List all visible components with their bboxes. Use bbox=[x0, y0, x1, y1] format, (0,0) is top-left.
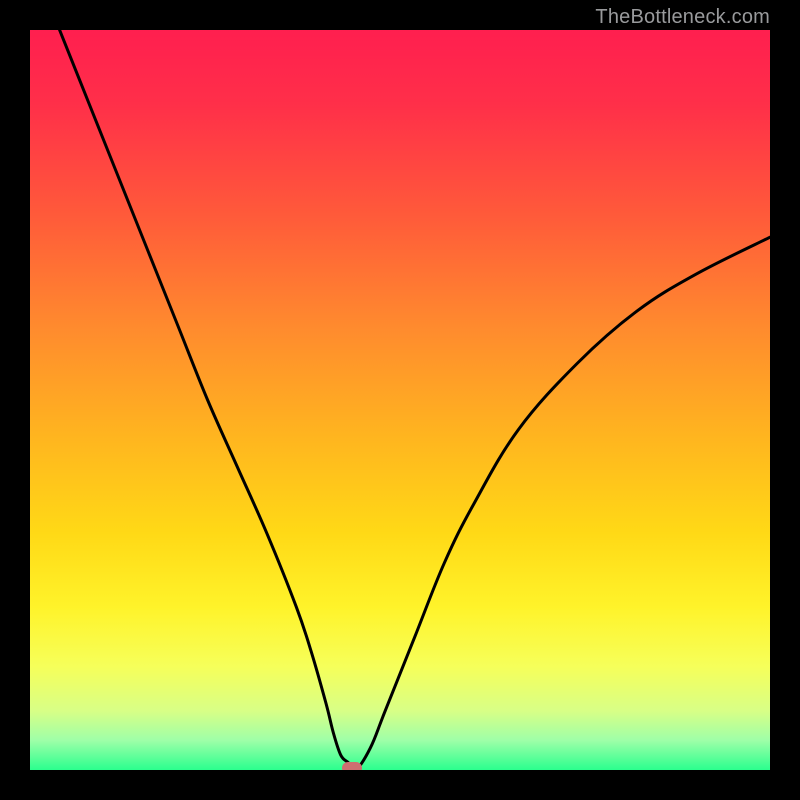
minimum-marker bbox=[342, 762, 362, 770]
chart-frame: TheBottleneck.com bbox=[0, 0, 800, 800]
watermark-text: TheBottleneck.com bbox=[595, 6, 770, 29]
bottleneck-curve bbox=[30, 30, 770, 770]
curve-path bbox=[60, 30, 770, 770]
plot-area bbox=[30, 30, 770, 770]
